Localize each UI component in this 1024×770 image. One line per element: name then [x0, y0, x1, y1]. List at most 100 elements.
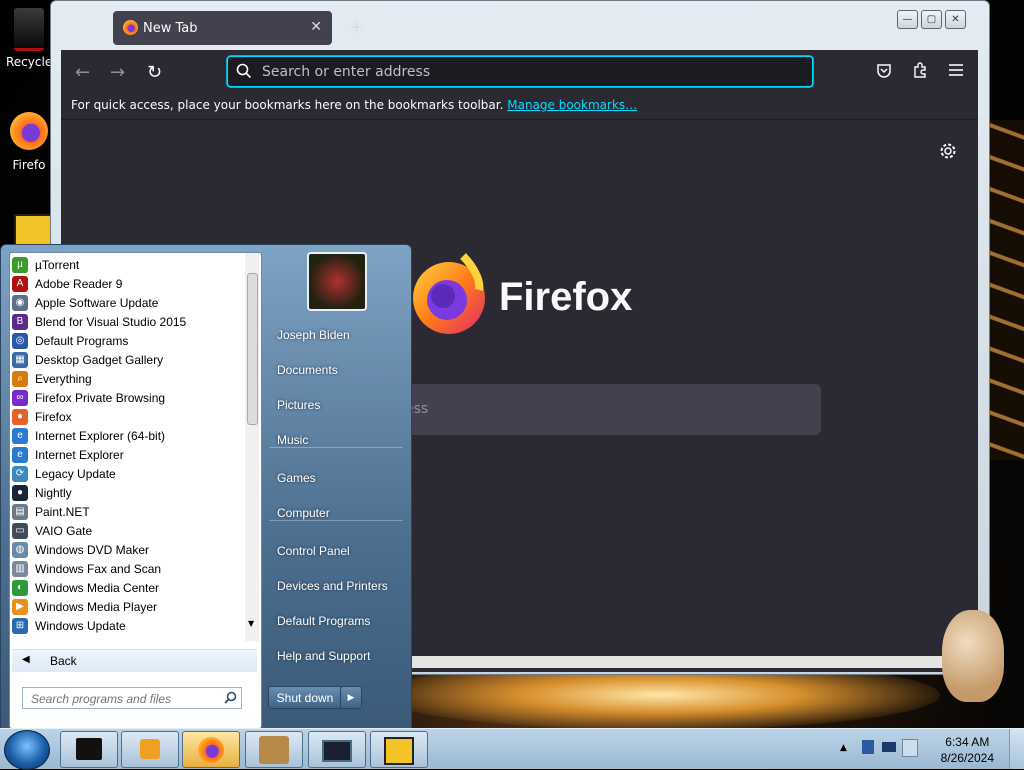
show-hidden-icons-arrow[interactable]: ▲ — [840, 743, 847, 753]
program-item[interactable]: µ µTorrent — [12, 255, 79, 274]
clock-time: 6:34 AM — [945, 735, 990, 749]
volume-icon[interactable] — [902, 739, 918, 757]
program-icon: e — [12, 427, 28, 444]
start-right-item[interactable]: Computer — [267, 498, 413, 528]
start-right-item[interactable]: Games — [267, 463, 413, 493]
program-icon: ● — [12, 408, 28, 425]
new-tab-button[interactable]: + — [349, 17, 364, 38]
back-button[interactable]: ◀ Back — [12, 649, 257, 672]
shutdown-button[interactable]: Shut down — [268, 686, 342, 709]
gear-icon[interactable] — [939, 142, 957, 160]
start-right-item[interactable]: Default Programs — [267, 606, 413, 636]
start-right-item[interactable]: Pictures — [267, 390, 413, 420]
program-item[interactable]: ▭ VAIO Gate — [12, 521, 92, 540]
program-item[interactable]: e Internet Explorer — [12, 445, 124, 464]
reload-icon[interactable]: ↻ — [147, 62, 162, 83]
start-search-box[interactable] — [22, 687, 242, 709]
all-programs-panel: µ µTorrent A Adobe Reader 9 ◉ Apple Software … — [9, 252, 262, 729]
taskbar-media-player[interactable] — [121, 731, 179, 768]
start-search-input[interactable] — [29, 690, 223, 708]
start-orb-button[interactable] — [4, 730, 50, 770]
program-item[interactable]: ◍ Windows DVD Maker — [12, 540, 149, 559]
start-right-item[interactable]: Control Panel — [267, 536, 413, 566]
program-icon: ⟳ — [12, 465, 28, 482]
program-item[interactable]: ⟳ Legacy Update — [12, 464, 116, 483]
taskbar-firefox[interactable] — [182, 731, 240, 768]
scroll-down-arrow-icon[interactable]: ▼ — [248, 619, 254, 628]
system-clock[interactable]: 6:34 AM 8/26/2024 — [941, 734, 994, 766]
program-item[interactable]: ◐ Windows Media Center — [12, 578, 159, 597]
program-item[interactable]: ⊞ Windows Update — [12, 616, 126, 635]
desktop-icon-firefox[interactable]: Firefo — [6, 112, 52, 172]
program-icon: ⊞ — [12, 617, 28, 634]
start-right-item[interactable]: Devices and Printers — [267, 571, 413, 601]
program-item[interactable]: ▦ Desktop Gadget Gallery — [12, 350, 163, 369]
program-label: Windows Media Player — [35, 599, 158, 614]
program-label: µTorrent — [35, 257, 80, 272]
user-avatar[interactable] — [307, 252, 367, 311]
program-icon: ▥ — [12, 560, 28, 577]
monitor-icon — [322, 740, 352, 762]
monitor-tray-icon[interactable] — [882, 742, 896, 752]
minimize-button[interactable]: — — [897, 10, 918, 29]
close-window-button[interactable]: ✕ — [945, 10, 966, 29]
manage-bookmarks-link[interactable]: Manage bookmarks… — [507, 98, 637, 112]
program-label: Default Programs — [35, 333, 129, 348]
shutdown-options-arrow-icon[interactable]: ▶ — [340, 686, 362, 709]
start-right-item[interactable]: Joseph Biden — [267, 320, 413, 350]
program-item[interactable]: ● Firefox — [12, 407, 72, 426]
bookmarks-toolbar: For quick access, place your bookmarks h… — [61, 94, 978, 120]
show-desktop-button[interactable] — [1009, 729, 1024, 769]
program-item[interactable]: ◎ Default Programs — [12, 331, 128, 350]
page-search-box[interactable]: ess — [391, 384, 821, 435]
program-icon: ◍ — [12, 541, 28, 558]
program-item[interactable]: ▥ Windows Fax and Scan — [12, 559, 161, 578]
firefox-logo-icon — [413, 253, 485, 334]
program-label: Internet Explorer (64-bit) — [35, 428, 166, 443]
taskbar-box-app[interactable] — [245, 731, 303, 768]
program-list-scrollbar[interactable]: ▼ — [245, 253, 259, 641]
horizontal-scrollbar[interactable] — [411, 656, 978, 668]
taskbar-terminal-app[interactable] — [60, 731, 118, 768]
start-right-item[interactable]: Documents — [267, 355, 413, 385]
start-menu: µ µTorrent A Adobe Reader 9 ◉ Apple Software … — [0, 244, 412, 730]
network-icon[interactable] — [862, 740, 874, 754]
program-item[interactable]: A Adobe Reader 9 — [12, 274, 122, 293]
program-label: Firefox Private Browsing — [35, 390, 166, 405]
program-item[interactable]: ⌕ Everything — [12, 369, 92, 388]
menu-icon[interactable] — [949, 64, 963, 76]
taskbar-de-app[interactable] — [370, 731, 428, 768]
desktop-icon-recycle-bin[interactable]: Recycle — [6, 8, 52, 69]
program-icon: ⌕ — [12, 370, 28, 387]
back-arrow-icon[interactable]: ← — [75, 62, 90, 83]
program-icon: ▶ — [12, 598, 28, 615]
program-icon: ◉ — [12, 294, 28, 311]
hamster-gadget[interactable] — [942, 610, 1004, 702]
back-label: Back — [50, 654, 77, 668]
program-item[interactable]: ● Nightly — [12, 483, 72, 502]
taskbar-monitor-app[interactable] — [308, 731, 366, 768]
program-item[interactable]: ◉ Apple Software Update — [12, 293, 158, 312]
address-input[interactable] — [260, 61, 804, 83]
media-player-icon — [140, 739, 160, 759]
bookmarks-hint-text: For quick access, place your bookmarks h… — [71, 98, 504, 112]
maximize-button[interactable]: ▢ — [921, 10, 942, 29]
program-item[interactable]: ▶ Windows Media Player — [12, 597, 157, 616]
extensions-icon[interactable] — [912, 62, 929, 79]
url-bar[interactable] — [227, 56, 813, 87]
pocket-icon[interactable] — [876, 63, 892, 79]
program-item[interactable]: B Blend for Visual Studio 2015 — [12, 312, 186, 331]
firefox-icon — [198, 737, 224, 763]
tab-new-tab[interactable]: New Tab ✕ — [113, 11, 332, 45]
firefox-icon — [10, 112, 48, 150]
forward-arrow-icon[interactable]: → — [110, 62, 125, 83]
program-item[interactable]: e Internet Explorer (64-bit) — [12, 426, 165, 445]
start-right-item[interactable]: Help and Support — [267, 641, 413, 671]
close-tab-icon[interactable]: ✕ — [310, 19, 322, 35]
scrollbar-thumb[interactable] — [247, 273, 258, 425]
start-right-item[interactable]: Music — [267, 425, 413, 455]
program-label: Internet Explorer — [35, 447, 124, 462]
program-item[interactable]: ▤ Paint.NET — [12, 502, 90, 521]
program-item[interactable]: ∞ Firefox Private Browsing — [12, 388, 165, 407]
search-icon — [236, 63, 252, 79]
